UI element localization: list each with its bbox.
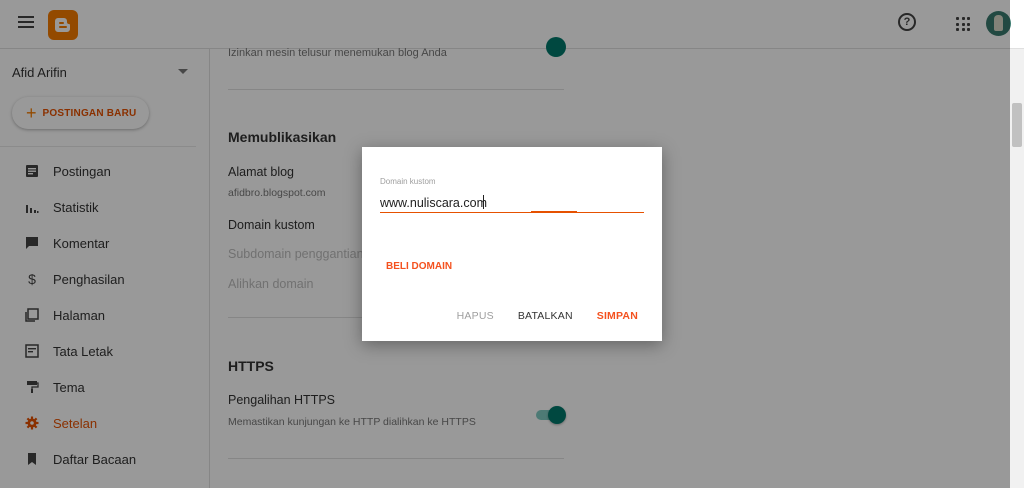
custom-domain-dialog: Domain kustom BELI DOMAIN HAPUS BATALKAN… — [362, 147, 662, 341]
custom-domain-input[interactable] — [380, 193, 644, 213]
text-caret — [483, 195, 484, 209]
input-underline-focus — [531, 211, 577, 213]
scrollbar[interactable] — [1010, 49, 1024, 488]
delete-button[interactable]: HAPUS — [445, 309, 506, 323]
buy-domain-link[interactable]: BELI DOMAIN — [386, 261, 452, 272]
custom-domain-field-label: Domain kustom — [380, 177, 436, 186]
cancel-button[interactable]: BATALKAN — [506, 309, 585, 323]
scrollbar-thumb[interactable] — [1012, 103, 1022, 147]
save-button[interactable]: SIMPAN — [585, 309, 662, 323]
dialog-actions: HAPUS BATALKAN SIMPAN — [445, 309, 662, 323]
input-underline — [380, 212, 644, 213]
